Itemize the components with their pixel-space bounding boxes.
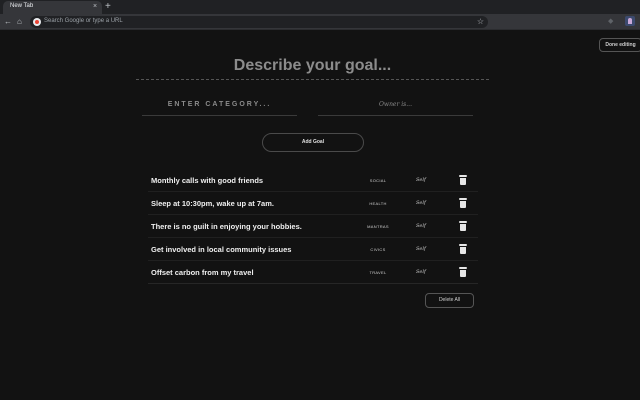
goal-owner[interactable]: Self [416,177,426,183]
extension-icon[interactable]: ◆ [608,17,613,27]
goal-category[interactable]: SOCIAL [358,178,398,183]
goal-input-underline [136,79,489,80]
owner-input-underline [318,115,473,116]
goal-row: Monthly calls with good friends SOCIAL S… [148,169,478,192]
goal-list: Monthly calls with good friends SOCIAL S… [148,169,478,284]
home-icon[interactable]: ⌂ [17,16,22,27]
trash-icon[interactable] [459,267,467,277]
tab-strip: New Tab × + [0,0,640,14]
tab-new-tab[interactable]: New Tab × [3,1,102,14]
goal-page: Done editing Describe your goal... ENTER… [0,31,640,400]
goal-row: There is no guilt in enjoying your hobbi… [148,215,478,238]
trash-icon[interactable] [459,244,467,254]
goal-category[interactable]: TRAVEL [358,270,398,275]
goal-text[interactable]: There is no guilt in enjoying your hobbi… [151,222,302,231]
bookmark-star-icon[interactable]: ☆ [477,16,484,28]
goal-category[interactable]: HEALTH [358,201,398,206]
delete-all-button[interactable]: Delete All [425,293,474,308]
goal-text[interactable]: Sleep at 10:30pm, wake up at 7am. [151,199,274,208]
goal-owner[interactable]: Self [416,223,426,229]
category-input[interactable]: ENTER CATEGORY... [142,101,297,108]
goal-text[interactable]: Offset carbon from my travel [151,268,254,277]
add-goal-button[interactable]: Add Goal [262,133,364,152]
back-icon[interactable]: ← [4,16,12,27]
goal-owner[interactable]: Self [416,269,426,275]
goal-row: Get involved in local community issues C… [148,238,478,261]
tab-title: New Tab [10,3,34,9]
goal-text[interactable]: Monthly calls with good friends [151,176,263,185]
goal-row: Sleep at 10:30pm, wake up at 7am. HEALTH… [148,192,478,215]
google-icon [33,18,41,26]
new-tab-button[interactable]: + [105,1,111,13]
address-bar-placeholder: Search Google or type a URL [44,18,123,24]
trash-icon[interactable] [459,198,467,208]
goal-row: Offset carbon from my travel TRAVEL Self [148,261,478,284]
done-editing-button[interactable]: Done editing [599,38,640,52]
goal-text[interactable]: Get involved in local community issues [151,245,291,254]
goal-input[interactable]: Describe your goal... [136,57,489,75]
goal-category[interactable]: CIVICS [358,247,398,252]
browser-toolbar: ← ⌂ Search Google or type a URL ☆ ◆ [0,14,640,30]
trash-icon[interactable] [459,221,467,231]
profile-avatar[interactable] [625,16,635,26]
goal-category[interactable]: MANTRAS [358,224,398,229]
close-tab-icon[interactable]: × [93,2,97,11]
goal-owner[interactable]: Self [416,200,426,206]
goal-owner[interactable]: Self [416,246,426,252]
owner-input[interactable]: Owner is... [318,101,473,108]
address-bar[interactable]: Search Google or type a URL ☆ [30,16,488,28]
category-input-underline [142,115,297,116]
trash-icon[interactable] [459,175,467,185]
